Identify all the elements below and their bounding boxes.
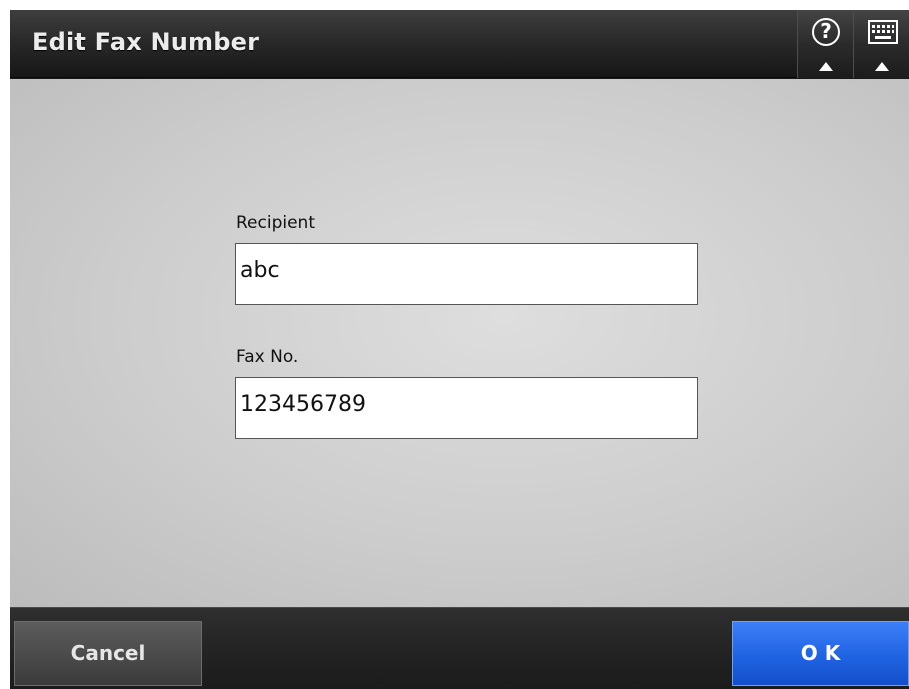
recipient-label: Recipient [236,213,315,233]
fax-no-field[interactable]: 123456789 [235,377,698,439]
fax-no-label: Fax No. [236,347,299,367]
cancel-button[interactable]: Cancel [14,621,202,686]
up-arrow-icon [874,62,889,71]
recipient-field[interactable]: abc [235,243,698,305]
help-icon: ? [812,18,840,46]
edit-form: Recipient abc Fax No. 123456789 [10,79,909,607]
ok-button[interactable]: O K [732,621,909,686]
page-title: Edit Fax Number [32,28,260,56]
help-button[interactable]: ? [797,10,853,78]
keyboard-button[interactable] [853,10,909,78]
footer-bar: Cancel O K [10,607,909,689]
up-arrow-icon [818,62,833,71]
title-bar: Edit Fax Number ? [10,10,909,78]
app-window: Edit Fax Number ? Recipient abc Fax No. … [10,10,909,689]
keyboard-icon [868,20,898,44]
